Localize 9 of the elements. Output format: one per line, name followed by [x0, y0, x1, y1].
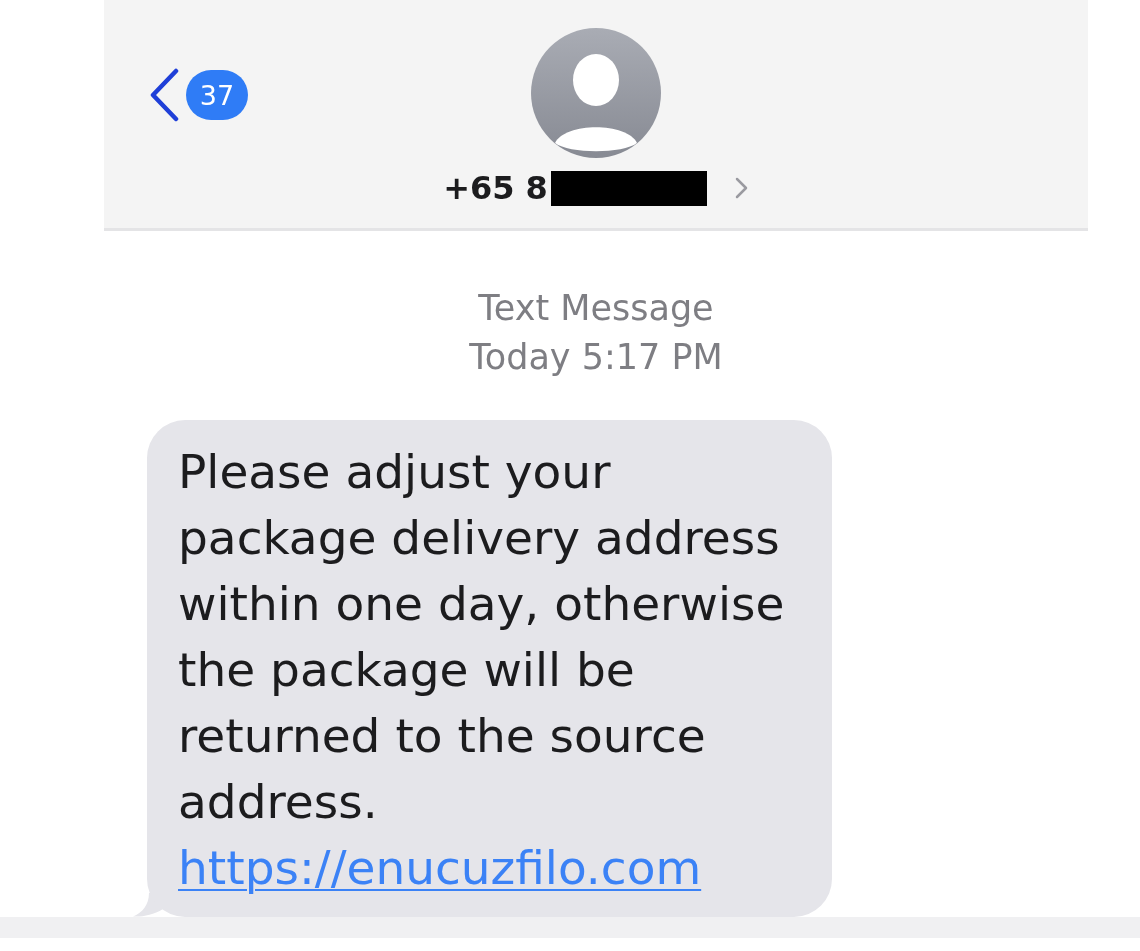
avatar-icon: [531, 28, 661, 158]
chevron-right-icon[interactable]: [733, 176, 749, 200]
back-button[interactable]: [148, 68, 180, 122]
message-time: Today 5:17 PM: [469, 336, 723, 379]
unread-count-badge: 37: [186, 70, 248, 120]
message-text: Please adjust your package delivery address within one day, otherwise the package will be returned to the source address. https://enucuzfilo.com: [178, 443, 786, 897]
service-label: Text Message: [478, 287, 714, 330]
contact-number[interactable]: +65 8: [443, 168, 548, 208]
back-icon: [148, 68, 180, 122]
